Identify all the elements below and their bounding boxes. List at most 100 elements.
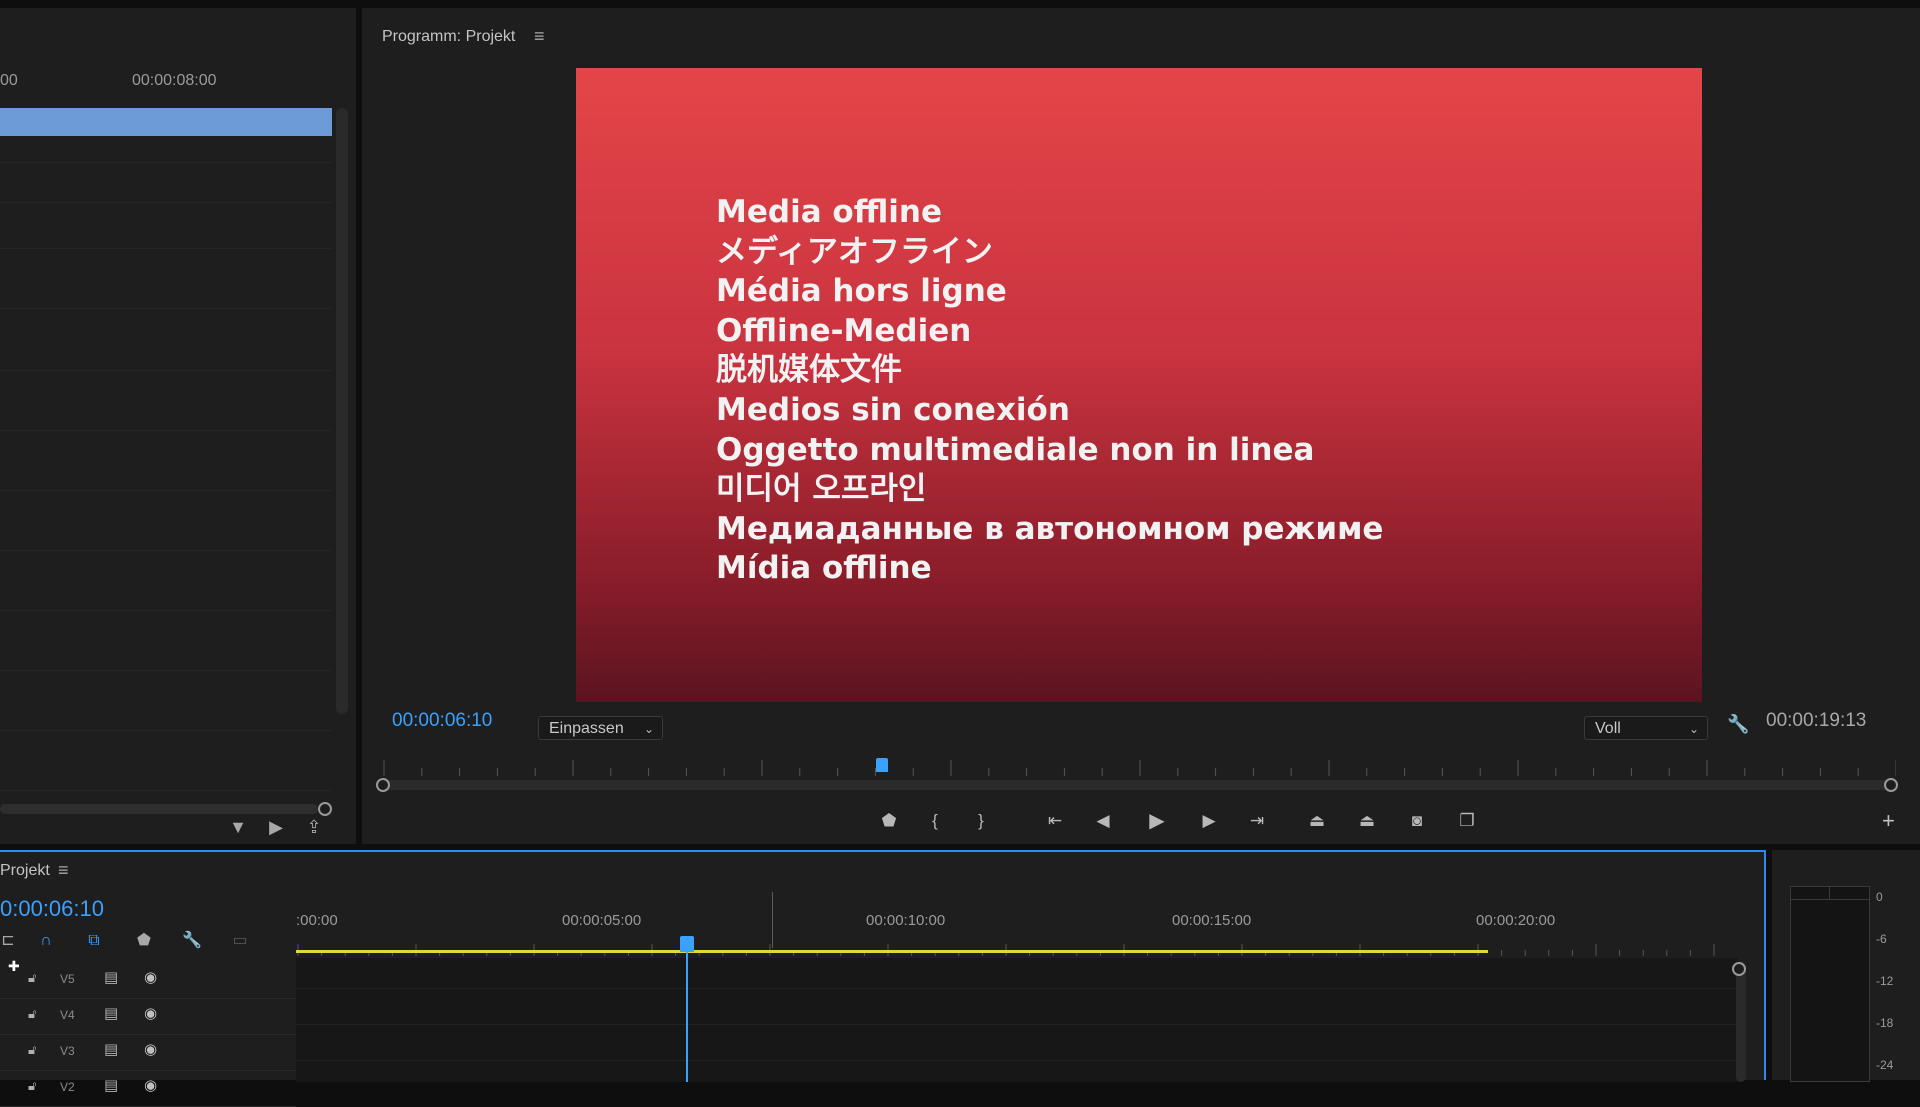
scroll-handle[interactable] [1732,962,1746,976]
offline-message: Медиаданные в автономном режиме [716,510,1384,547]
timecode-label: :00:00 [296,912,338,929]
track-divider [0,162,332,163]
timeline-playhead[interactable] [680,936,694,952]
hamburger-menu-icon[interactable]: ≡ [58,860,69,881]
sync-lock-icon[interactable]: ▤ [104,1076,118,1094]
export-icon[interactable]: ⇪ [302,816,326,838]
scrub-bar[interactable] [382,780,1896,790]
track-name: V2 [60,1080,75,1094]
track-header-v2[interactable]: 🔓︎ V2 ▤ ◉ [0,1070,296,1107]
sync-lock-icon[interactable]: ▤ [104,1004,118,1022]
marker-icon[interactable]: ⬟ [876,808,902,834]
wrench-icon[interactable]: 🔧 [180,930,204,952]
scrub-in-handle[interactable] [376,778,390,792]
insert-icon[interactable]: ▶ [264,816,288,838]
lock-icon[interactable]: 🔓︎ [28,1006,36,1022]
vertical-scrollbar[interactable] [1736,962,1746,1082]
wrench-icon[interactable]: 🔧 [1727,714,1749,735]
offline-message: Oggetto multimediale non in linea [716,431,1315,468]
panel-title[interactable]: Projekt [0,862,50,880]
track-divider [0,730,332,731]
track-header-v4[interactable]: 🔓︎ V4 ▤ ◉ [0,998,296,1035]
zoom-handle[interactable] [318,802,332,816]
track-header-v3[interactable]: 🔓︎ V3 ▤ ◉ [0,1034,296,1071]
extract-icon[interactable]: ⏏ [1354,808,1380,834]
sync-lock-icon[interactable]: ▤ [104,1040,118,1058]
offline-message: 미디어 오프라인 [716,471,927,508]
transport-controls: ⬟ { } ⇤ ◀ ▶ ▶ ⇥ ⏏ ⏏ ◙ ❐ [362,808,1920,836]
scrub-out-handle[interactable] [1884,778,1898,792]
mark-out-icon[interactable]: } [968,808,994,834]
track-divider [0,490,332,491]
camera-icon[interactable]: ◙ [1404,808,1430,834]
db-label: -18 [1876,1016,1894,1030]
chevron-down-icon: ⌄ [643,722,654,736]
track-name: V5 [60,972,75,986]
track-divider [0,202,332,203]
hamburger-menu-icon[interactable]: ≡ [534,26,545,47]
ruler-label: 00:00:08:00 [132,72,217,89]
linked-selection-icon[interactable]: ⧉ [82,930,106,952]
step-back-icon[interactable]: ◀ [1090,808,1116,834]
track-divider [0,430,332,431]
sync-lock-icon[interactable]: ▤ [104,968,118,986]
track-header-v5[interactable]: ✚ 🔓︎ V5 ▤ ◉ [0,958,296,999]
offline-message: Média hors ligne [716,273,1007,310]
video-frame[interactable]: Media offline メディアオフライン Média hors ligne… [576,68,1702,702]
track-divider [296,1060,1738,1061]
playhead-line [686,952,688,1082]
ruler-marker-line [772,892,773,948]
timeline-tracks-area[interactable] [296,958,1738,1082]
timecode-label: 00:00:10:00 [866,912,946,929]
lift-icon[interactable]: ⏏ [1304,808,1330,834]
mark-in-icon[interactable]: { [922,808,948,834]
lock-icon[interactable]: 🔓︎ [28,970,36,986]
eye-icon[interactable]: ◉ [144,1040,157,1058]
captions-icon[interactable]: ▭ [228,930,252,952]
timeline-timecode[interactable]: 0:00:06:10 [0,896,104,922]
track-divider [0,790,332,791]
db-label: -12 [1876,974,1894,988]
offline-message: Mídia offline [716,550,932,587]
meter-divider [1791,899,1869,900]
db-label: -6 [1876,932,1887,946]
timecode-label: 00:00:20:00 [1476,912,1556,929]
chevron-down-icon: ⌄ [1688,722,1699,736]
lock-icon[interactable]: 🔓︎ [28,1078,36,1094]
playhead-indicator[interactable] [875,758,888,772]
offline-message: Medios sin conexión [716,391,1070,428]
ruler-label-partial: 00 [0,72,18,89]
add-marker-icon[interactable]: ⬟ [132,930,156,952]
track-divider [296,988,1738,989]
filter-icon[interactable]: ▼ [226,816,250,838]
add-button-icon[interactable]: + [1882,808,1895,834]
offline-message: メディアオフライン [716,233,993,270]
track-divider [0,370,332,371]
playback-resolution-select[interactable]: Voll ⌄ [1584,716,1708,740]
go-to-out-icon[interactable]: ⇥ [1244,808,1270,834]
eye-icon[interactable]: ◉ [144,1004,157,1022]
vertical-scrollbar[interactable] [336,108,348,714]
step-forward-icon[interactable]: ▶ [1196,808,1222,834]
track-divider [0,550,332,551]
comparison-view-icon[interactable]: ❐ [1454,808,1480,834]
mini-time-ruler[interactable] [382,758,1896,778]
snap-magnet-icon[interactable]: ∩ [34,930,58,952]
horizontal-scrollbar[interactable] [0,804,318,814]
eye-icon[interactable]: ◉ [144,968,157,986]
track-divider [0,248,332,249]
audio-meter-panel: 0 -6 -12 -18 -24 [1772,850,1920,1082]
track-name: V4 [60,1008,75,1022]
current-timecode[interactable]: 00:00:06:10 [392,710,492,732]
eye-icon[interactable]: ◉ [144,1076,157,1094]
lock-icon[interactable]: 🔓︎ [28,1042,36,1058]
play-icon[interactable]: ▶ [1144,808,1170,834]
nest-icon[interactable]: ⊏ [0,930,20,952]
zoom-level-select[interactable]: Einpassen ⌄ [538,716,663,740]
go-to-in-icon[interactable]: ⇤ [1042,808,1068,834]
clip-bar[interactable] [0,108,332,136]
playback-resolution-value: Voll [1595,720,1621,737]
db-label: -24 [1876,1058,1894,1072]
work-area-bar[interactable] [296,950,1488,953]
db-label: 0 [1876,890,1883,904]
